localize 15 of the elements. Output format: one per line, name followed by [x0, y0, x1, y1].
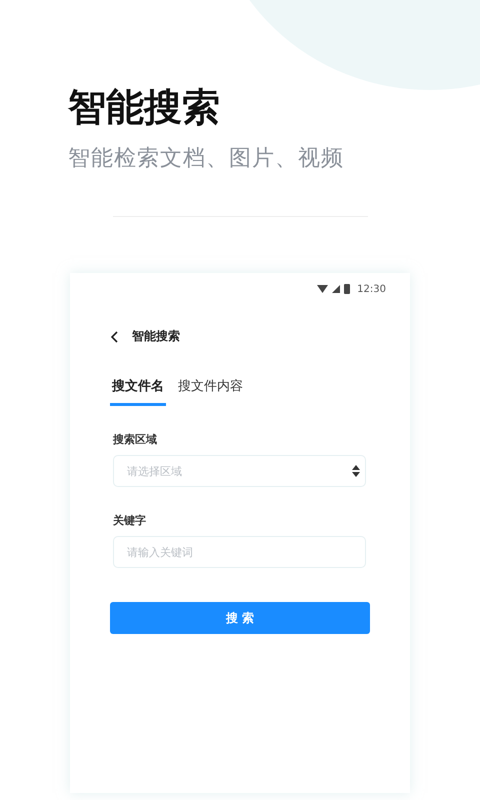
status-time: 12:30 — [357, 284, 386, 294]
signal-icon — [332, 285, 340, 293]
input-field[interactable]: 请输入关键词 — [113, 536, 366, 568]
subtitle: 智能检索文档、图片、视频 — [68, 145, 345, 173]
select-field[interactable]: 请选择区域 — [113, 455, 366, 487]
wifi-icon — [317, 285, 328, 293]
headline: 智能搜索 — [68, 84, 221, 131]
battery-icon — [344, 284, 350, 294]
field-label: 搜索区域 — [113, 432, 158, 447]
sort-icon — [352, 465, 360, 477]
tab[interactable]: 搜文件名 — [110, 377, 166, 406]
field-label: 关键字 — [113, 513, 147, 528]
nav-title: 智能搜索 — [132, 328, 180, 345]
tab[interactable]: 搜文件内容 — [176, 377, 245, 406]
back-icon[interactable] — [110, 330, 120, 344]
